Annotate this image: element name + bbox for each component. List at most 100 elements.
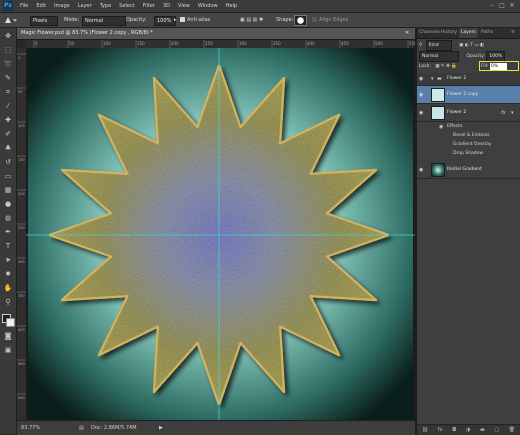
blur-tool-icon[interactable]: ● bbox=[2, 198, 14, 210]
chevron-down-icon[interactable]: ▾ bbox=[511, 110, 514, 116]
visibility-eye-icon[interactable]: ◉ bbox=[419, 92, 423, 98]
photoshop-logo: Ps bbox=[3, 1, 13, 11]
status-arrow-icon[interactable]: ▶ bbox=[159, 421, 163, 435]
ruler-label: 100 bbox=[103, 41, 111, 46]
menu-image[interactable]: Image bbox=[54, 0, 70, 12]
dodge-tool-icon[interactable]: ◍ bbox=[2, 212, 14, 224]
crop-tool-icon[interactable]: ⌗ bbox=[2, 86, 14, 98]
layer-name: Flower 2 bbox=[447, 110, 467, 115]
menu-select[interactable]: Select bbox=[119, 0, 134, 12]
opacity-chevron-icon[interactable]: ▸ bbox=[174, 16, 177, 24]
eyedropper-tool-icon[interactable]: ⁄ bbox=[2, 100, 14, 112]
visibility-eye-icon[interactable]: ◉ bbox=[419, 167, 423, 173]
close-button[interactable]: ✕ bbox=[507, 0, 517, 12]
fx-icon[interactable]: fx bbox=[501, 110, 506, 116]
layer-row[interactable]: ◉ Flower 2 fx ▾ bbox=[417, 104, 520, 122]
link-icon[interactable]: ⛓ bbox=[422, 427, 428, 433]
menu-file[interactable]: File bbox=[20, 0, 28, 12]
shape-picker[interactable] bbox=[294, 15, 307, 26]
zoom-level[interactable]: 83.77% bbox=[21, 421, 40, 435]
effect-gradient-overlay[interactable]: Gradient Overlay bbox=[453, 142, 492, 147]
menu-filter[interactable]: Filter bbox=[143, 0, 155, 12]
tab-layers[interactable]: Layers bbox=[459, 28, 478, 38]
ruler-label: 0 bbox=[18, 56, 20, 60]
fill-input[interactable]: 0% bbox=[490, 63, 507, 70]
shape-tool-icon[interactable]: ✸ bbox=[2, 268, 14, 280]
document-tab[interactable]: Magic Flower.psd @ 83.7% (Flower 2 copy … bbox=[17, 28, 415, 40]
tool-preset-icon[interactable] bbox=[4, 16, 18, 24]
marquee-tool-icon[interactable]: ⬚ bbox=[2, 44, 14, 56]
move-tool-icon[interactable]: ✥ bbox=[2, 30, 14, 42]
hand-tool-icon[interactable]: ✋ bbox=[2, 282, 14, 294]
panel-menu-icon[interactable]: ≡ bbox=[511, 28, 515, 38]
mask-icon[interactable]: ◘ bbox=[452, 427, 456, 433]
menu-type[interactable]: Type bbox=[100, 0, 111, 12]
antialias-label: Anti-alias bbox=[187, 17, 211, 23]
minimize-button[interactable]: – bbox=[487, 0, 497, 12]
panel-tabs: Channels History Layers Paths ≡ bbox=[417, 28, 520, 39]
eraser-tool-icon[interactable]: ▭ bbox=[2, 170, 14, 182]
menu-layer[interactable]: Layer bbox=[78, 0, 92, 12]
menu-3d[interactable]: 3D bbox=[163, 0, 170, 12]
ruler-label: 300 bbox=[239, 41, 247, 46]
ruler-label: 400 bbox=[307, 41, 315, 46]
blend-mode-dropdown[interactable]: Normal bbox=[419, 51, 459, 62]
filter-icons[interactable]: ▣ ◐ T ▭ ◧ bbox=[459, 43, 484, 48]
filter-kind-dropdown[interactable]: Kind bbox=[425, 40, 452, 51]
ruler-label: 100 bbox=[18, 124, 25, 128]
opacity-input[interactable]: 100% bbox=[154, 16, 176, 26]
align-edges-checkbox[interactable]: Align Edges bbox=[312, 16, 348, 24]
layer-thumbnail bbox=[431, 88, 445, 102]
type-tool-icon[interactable]: T bbox=[2, 240, 14, 252]
folder-icon[interactable]: ▬ bbox=[480, 427, 485, 433]
chevron-down-icon[interactable]: ▾ bbox=[431, 76, 434, 82]
screen-mode-icon[interactable]: ▣ bbox=[2, 344, 14, 356]
tab-channels[interactable]: Channels bbox=[419, 28, 440, 38]
clone-stamp-tool-icon[interactable]: ♣ bbox=[2, 142, 14, 154]
mode-dropdown[interactable]: Normal bbox=[82, 16, 126, 26]
lock-icons[interactable]: ▦ ✎ ✥ 🔒 bbox=[435, 64, 457, 69]
menu-view[interactable]: View bbox=[178, 0, 190, 12]
tab-history[interactable]: History bbox=[441, 28, 457, 38]
ruler-label: 400 bbox=[18, 328, 25, 332]
path-ops-icons[interactable]: ▣ ▤ ▥ ✱ bbox=[240, 16, 263, 24]
quick-mask-icon[interactable]: ◙ bbox=[2, 330, 14, 342]
close-tab-icon[interactable]: ✕ bbox=[405, 28, 409, 39]
visibility-eye-icon[interactable]: ◉ bbox=[419, 76, 423, 82]
trash-icon[interactable]: 🗑 bbox=[509, 427, 515, 433]
zoom-tool-icon[interactable]: ⚲ bbox=[2, 296, 14, 308]
canvas[interactable] bbox=[26, 48, 415, 420]
tools-panel: ✥ ⬚ ➰ ✎ ⌗ ⁄ ✚ ✐ ♣ ↺ ▭ ▦ ● ◍ ✒ T ➤ ✸ ✋ ⚲ … bbox=[0, 28, 17, 434]
healing-brush-tool-icon[interactable]: ✚ bbox=[2, 114, 14, 126]
effect-drop-shadow[interactable]: Drop Shadow bbox=[453, 151, 483, 156]
visibility-eye-icon[interactable]: ◉ bbox=[419, 110, 423, 116]
effects-label[interactable]: Effects bbox=[447, 124, 462, 129]
maximize-button[interactable]: □ bbox=[497, 0, 507, 12]
pixels-dropdown[interactable]: Pixels bbox=[30, 16, 58, 26]
background-color-swatch[interactable] bbox=[6, 318, 15, 327]
layer-row[interactable]: ◉ Radial Gradient bbox=[417, 161, 520, 179]
antialias-checkbox[interactable]: Anti-alias bbox=[180, 16, 210, 24]
opacity-label: Opacity: bbox=[466, 54, 485, 59]
menu-help[interactable]: Help bbox=[226, 0, 237, 12]
status-menu-icon[interactable]: ▤ bbox=[79, 421, 84, 435]
visibility-eye-icon[interactable]: ◉ bbox=[439, 124, 443, 130]
tab-paths[interactable]: Paths bbox=[481, 28, 493, 38]
fx-icon[interactable]: fx bbox=[438, 427, 443, 433]
menu-edit[interactable]: Edit bbox=[36, 0, 46, 12]
checkbox-icon bbox=[312, 17, 317, 22]
new-layer-icon[interactable]: ▢ bbox=[494, 427, 499, 433]
quick-select-tool-icon[interactable]: ✎ bbox=[2, 72, 14, 84]
layer-group-name: Flower 2 bbox=[447, 76, 467, 81]
pen-tool-icon[interactable]: ✒ bbox=[2, 226, 14, 238]
history-brush-tool-icon[interactable]: ↺ bbox=[2, 156, 14, 168]
brush-tool-icon[interactable]: ✐ bbox=[2, 128, 14, 140]
menu-window[interactable]: Window bbox=[198, 0, 218, 12]
effect-bevel-emboss[interactable]: Bevel & Emboss bbox=[453, 133, 489, 138]
layer-group-row[interactable]: ◉ ▾ ▬ Flower 2 bbox=[417, 73, 520, 86]
path-selection-tool-icon[interactable]: ➤ bbox=[2, 254, 14, 266]
layer-row-selected[interactable]: ◉ Flower 2 copy bbox=[417, 86, 520, 104]
lasso-tool-icon[interactable]: ➰ bbox=[2, 58, 14, 70]
adjustment-icon[interactable]: ◑ bbox=[466, 427, 470, 433]
gradient-tool-icon[interactable]: ▦ bbox=[2, 184, 14, 196]
